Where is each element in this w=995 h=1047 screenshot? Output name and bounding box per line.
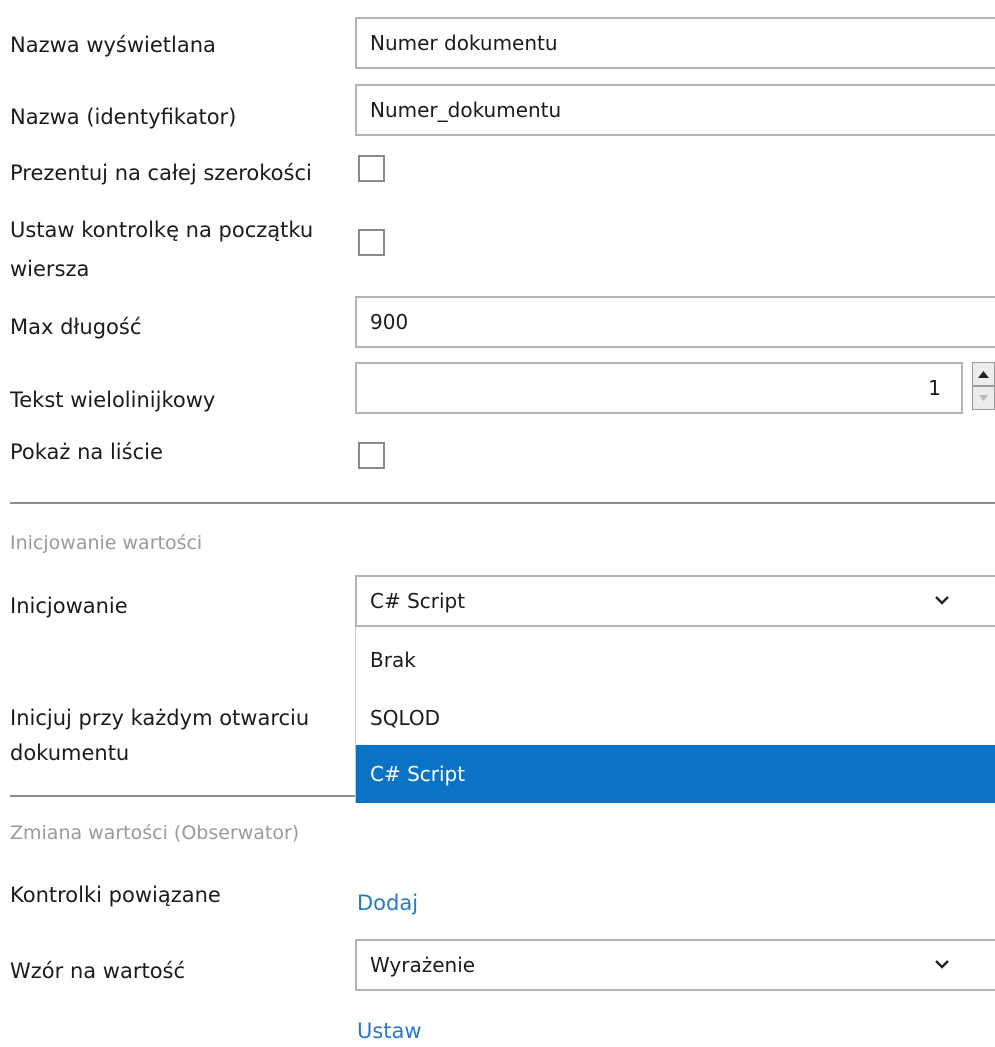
dropdown-option-sqlod[interactable]: SQLOD (356, 689, 995, 747)
identifier-input[interactable]: Numer_dokumentu (355, 84, 995, 136)
init-select[interactable]: C# Script (355, 575, 995, 627)
row-start-checkbox[interactable] (358, 229, 385, 256)
value-formula-select[interactable]: Wyrażenie (355, 939, 995, 991)
section-divider (10, 502, 995, 504)
related-controls-label: Kontrolki powiązane (10, 883, 221, 907)
display-name-input[interactable]: Numer dokumentu (355, 17, 995, 69)
max-length-label: Max długość (10, 315, 142, 339)
arrow-up-icon (978, 371, 989, 378)
chevron-down-icon (935, 596, 949, 605)
init-label: Inicjowanie (10, 594, 128, 618)
full-width-label: Prezentuj na całej szerokości (10, 161, 312, 185)
arrow-down-icon (979, 395, 988, 401)
row-start-label-line1: Ustaw kontrolkę na początku (10, 218, 314, 242)
dropdown-option-brak[interactable]: Brak (356, 631, 995, 689)
init-select-value: C# Script (370, 589, 466, 613)
add-related-link[interactable]: Dodaj (357, 887, 418, 919)
value-formula-label: Wzór na wartość (10, 959, 186, 983)
show-on-list-label: Pokaż na liście (10, 440, 163, 464)
full-width-checkbox[interactable] (358, 155, 385, 182)
multiline-number-input[interactable]: 1 (355, 362, 963, 414)
show-on-list-checkbox[interactable] (358, 442, 385, 469)
init-section-title: Inicjowanie wartości (10, 532, 203, 554)
row-start-label-line2: wiersza (10, 257, 90, 281)
set-formula-link[interactable]: Ustaw (357, 1015, 422, 1047)
dropdown-option-csharp-script[interactable]: C# Script (356, 745, 995, 803)
identifier-label: Nazwa (identyfikator) (10, 105, 237, 129)
chevron-down-icon (935, 960, 949, 969)
value-formula-select-value: Wyrażenie (370, 953, 476, 977)
observer-section-title: Zmiana wartości (Obserwator) (10, 822, 300, 844)
multiline-label: Tekst wielolinijkowy (10, 388, 216, 412)
init-each-open-label-line2: dokumentu (10, 741, 130, 765)
display-name-label: Nazwa wyświetlana (10, 33, 216, 57)
spin-down-button[interactable] (972, 386, 995, 410)
init-each-open-label-line1: Inicjuj przy każdym otwarciu (10, 706, 310, 730)
init-dropdown-list: Brak SQLOD C# Script (355, 627, 995, 803)
spin-up-button[interactable] (972, 362, 995, 386)
max-length-input[interactable]: 900 (355, 296, 995, 348)
